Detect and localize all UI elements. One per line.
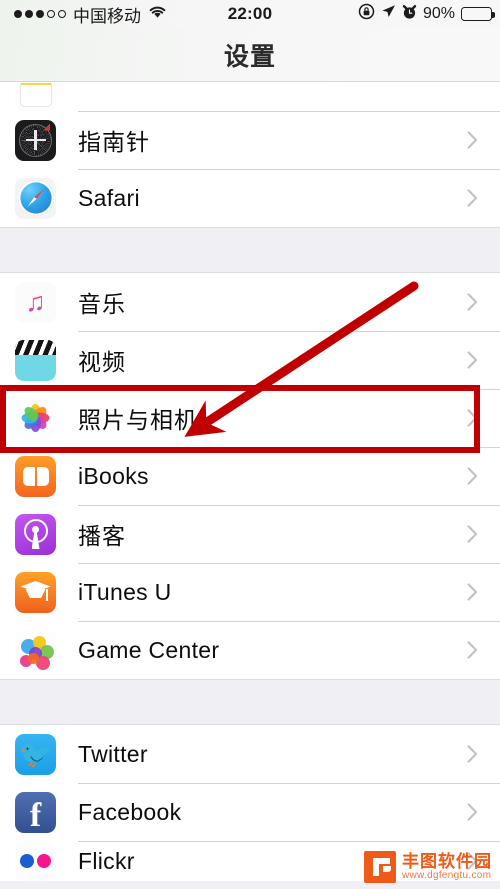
settings-row-label: iTunes U [78,578,172,605]
music-app-icon: ♫ [15,281,56,323]
settings-row-label: Flickr [78,847,135,874]
alarm-clock-icon [402,4,417,25]
chevron-right-icon [467,583,478,601]
settings-row-twitter[interactable]: 🐦 Twitter [0,725,500,783]
chevron-right-icon [467,745,478,763]
chevron-right-icon [467,467,478,485]
settings-row-label: 播客 [78,523,126,549]
chevron-right-icon [467,293,478,311]
chevron-right-icon [467,409,478,427]
settings-row-label: Facebook [78,798,182,825]
page-title: 设置 [223,43,276,71]
notes-app-icon [15,83,56,111]
flickr-app-icon [15,841,56,881]
section-gap [0,679,500,725]
section-gap [0,227,500,273]
settings-row-notes[interactable] [0,83,500,111]
compass-app-icon [15,119,56,161]
ibooks-app-icon [15,455,56,497]
battery-icon [461,7,495,21]
game-center-app-icon [15,629,56,671]
apps-group-1: 指南针 Safari [0,83,500,227]
settings-row-game-center[interactable]: Game Center [0,621,500,679]
settings-row-label: 视频 [78,349,126,375]
twitter-app-icon: 🐦 [15,733,56,775]
status-bar-right: 90% [358,3,495,25]
watermark-site-url: www.dgfengtu.com [402,869,492,881]
battery-percentage: 90% [422,5,455,22]
location-arrow-icon [381,4,396,24]
settings-row-视频[interactable]: 视频 [0,331,500,389]
settings-row-itunes-u[interactable]: iTunes U [0,563,500,621]
settings-row-label: Game Center [78,636,220,663]
rotation-lock-icon [358,3,375,25]
itunes-u-app-icon [15,571,56,613]
settings-row-facebook[interactable]: f Facebook [0,783,500,841]
status-bar: 中国移动 22:00 90% [0,0,500,28]
settings-row-safari[interactable]: Safari [0,169,500,227]
podcasts-app-icon [15,513,56,555]
chevron-right-icon [467,641,478,659]
settings-list[interactable]: 指南针 Safari ♫ 音乐视频照片与相机 iBooks 播客 iTunes U Game … [0,83,500,889]
settings-row-label: 照片与相机 [78,407,198,433]
safari-app-icon [15,177,56,219]
chevron-right-icon [467,525,478,543]
navigation-bar: 设置 [0,28,500,82]
settings-row-播客[interactable]: 播客 [0,505,500,563]
settings-row-label: Safari [78,184,140,211]
watermark-site-name: 丰图软件园 [402,851,492,871]
videos-app-icon [15,339,56,381]
settings-row-照片与相机[interactable]: 照片与相机 [0,389,500,447]
chevron-right-icon [467,803,478,821]
media-group: ♫ 音乐视频照片与相机 iBooks 播客 iTunes U Game Center [0,273,500,679]
settings-row-label: iBooks [78,462,149,489]
facebook-app-icon: f [15,791,56,833]
settings-row-label: Twitter [78,740,148,767]
watermark-logo-icon [364,851,396,883]
chevron-right-icon [467,131,478,149]
settings-row-音乐[interactable]: ♫ 音乐 [0,273,500,331]
settings-row-指南针[interactable]: 指南针 [0,111,500,169]
settings-row-ibooks[interactable]: iBooks [0,447,500,505]
chevron-right-icon [467,351,478,369]
photos-app-icon [15,397,56,439]
settings-row-label: 音乐 [78,291,126,317]
settings-row-label: 指南针 [78,129,150,155]
watermark: 丰图软件园 www.dgfengtu.com [364,851,492,883]
chevron-right-icon [467,189,478,207]
